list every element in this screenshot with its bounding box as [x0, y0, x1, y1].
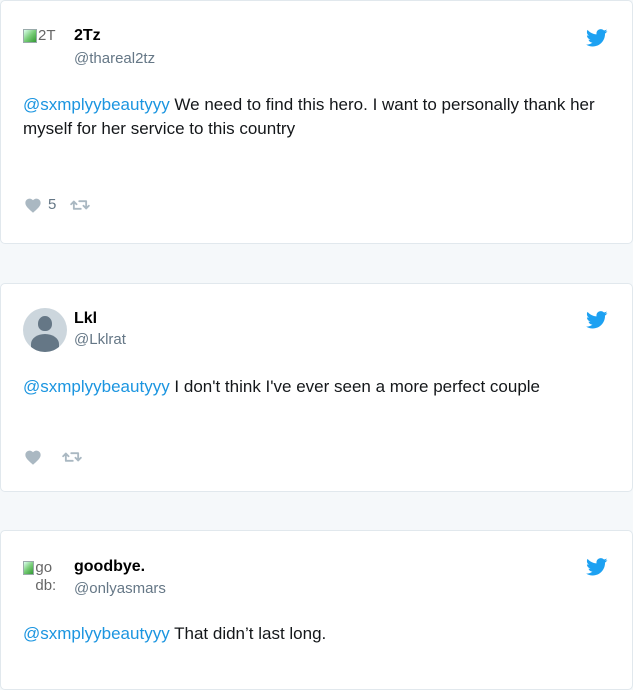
- tweet-card[interactable]: Lkl @Lklrat @sxmplyybeautyyy I don't thi…: [0, 283, 633, 492]
- retweet-icon[interactable]: [62, 450, 82, 464]
- tweet-actions: [24, 449, 82, 465]
- broken-image-icon: [23, 29, 37, 43]
- avatar[interactable]: [23, 308, 67, 352]
- twitter-bird-icon[interactable]: [586, 311, 608, 329]
- tweet-text: @sxmplyybeautyyy We need to find this he…: [23, 93, 610, 141]
- author-handle[interactable]: @thareal2tz: [74, 50, 155, 67]
- avatar-alt-text: 2T: [38, 27, 56, 44]
- tweet-card[interactable]: go db: goodbye. @onlyasmars @sxmplyybeau…: [0, 530, 633, 690]
- author-handle[interactable]: @Lklrat: [74, 331, 126, 348]
- tweet-actions: 5: [24, 196, 91, 213]
- mention-link[interactable]: @sxmplyybeautyyy: [23, 624, 170, 643]
- like-heart-icon[interactable]: [24, 449, 42, 465]
- tweet-text: @sxmplyybeautyyy I don't think I've ever…: [23, 375, 610, 399]
- tweet-body: That didn’t last long.: [169, 624, 327, 643]
- tweet-body: I don't think I've ever seen a more perf…: [169, 377, 541, 396]
- default-avatar-head: [38, 316, 52, 331]
- twitter-bird-icon[interactable]: [586, 558, 608, 576]
- avatar[interactable]: go db:: [23, 559, 68, 604]
- mention-link[interactable]: @sxmplyybeautyyy: [23, 377, 170, 396]
- tweet-text: @sxmplyybeautyyy That didn’t last long.: [23, 622, 610, 646]
- avatar-alt-text: go db:: [35, 559, 57, 594]
- author-name[interactable]: goodbye.: [74, 558, 145, 576]
- mention-link[interactable]: @sxmplyybeautyyy: [23, 95, 170, 114]
- author-name[interactable]: Lkl: [74, 310, 97, 328]
- author-name[interactable]: 2Tz: [74, 27, 101, 45]
- twitter-bird-icon[interactable]: [586, 29, 608, 47]
- retweet-icon[interactable]: [70, 198, 91, 212]
- author-handle[interactable]: @onlyasmars: [74, 580, 166, 597]
- like-heart-icon[interactable]: [24, 197, 42, 213]
- like-count: 5: [48, 196, 57, 213]
- avatar[interactable]: 2T: [23, 27, 68, 72]
- default-avatar-body: [31, 334, 59, 352]
- broken-image-icon: [23, 561, 35, 575]
- tweet-card[interactable]: 2T 2Tz @thareal2tz @sxmplyybeautyyy We n…: [0, 0, 633, 244]
